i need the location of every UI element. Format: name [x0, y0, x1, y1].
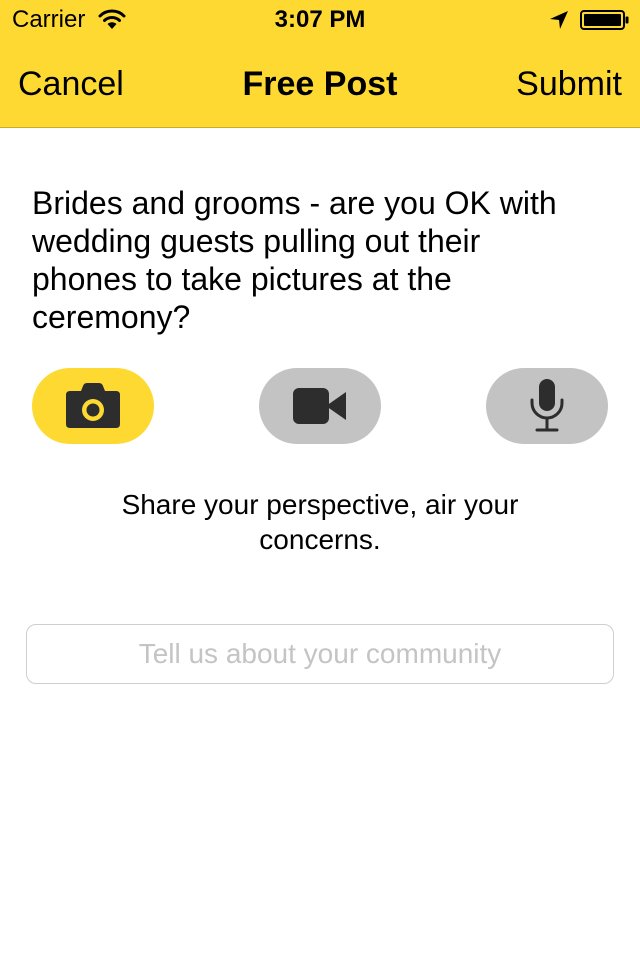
- photo-button[interactable]: [32, 368, 154, 444]
- submit-button[interactable]: Submit: [516, 64, 622, 104]
- camera-icon: [66, 383, 120, 428]
- location-arrow-icon: [550, 11, 568, 29]
- audio-button[interactable]: [486, 368, 608, 444]
- community-input[interactable]: [26, 624, 614, 684]
- video-camera-icon: [293, 388, 346, 424]
- battery-icon: [580, 10, 629, 30]
- navigation-bar: Cancel Free Post Submit: [0, 40, 640, 128]
- video-button[interactable]: [259, 368, 381, 444]
- header: Carrier 3:07 PM Cancel Free Post Submit: [0, 0, 640, 128]
- status-bar: Carrier 3:07 PM: [0, 0, 640, 40]
- question-text: Brides and grooms - are you OK with wedd…: [32, 185, 557, 335]
- prompt-text: Share your perspective, air your concern…: [121, 489, 519, 555]
- microphone-icon: [530, 379, 564, 432]
- status-time: 3:07 PM: [274, 6, 366, 33]
